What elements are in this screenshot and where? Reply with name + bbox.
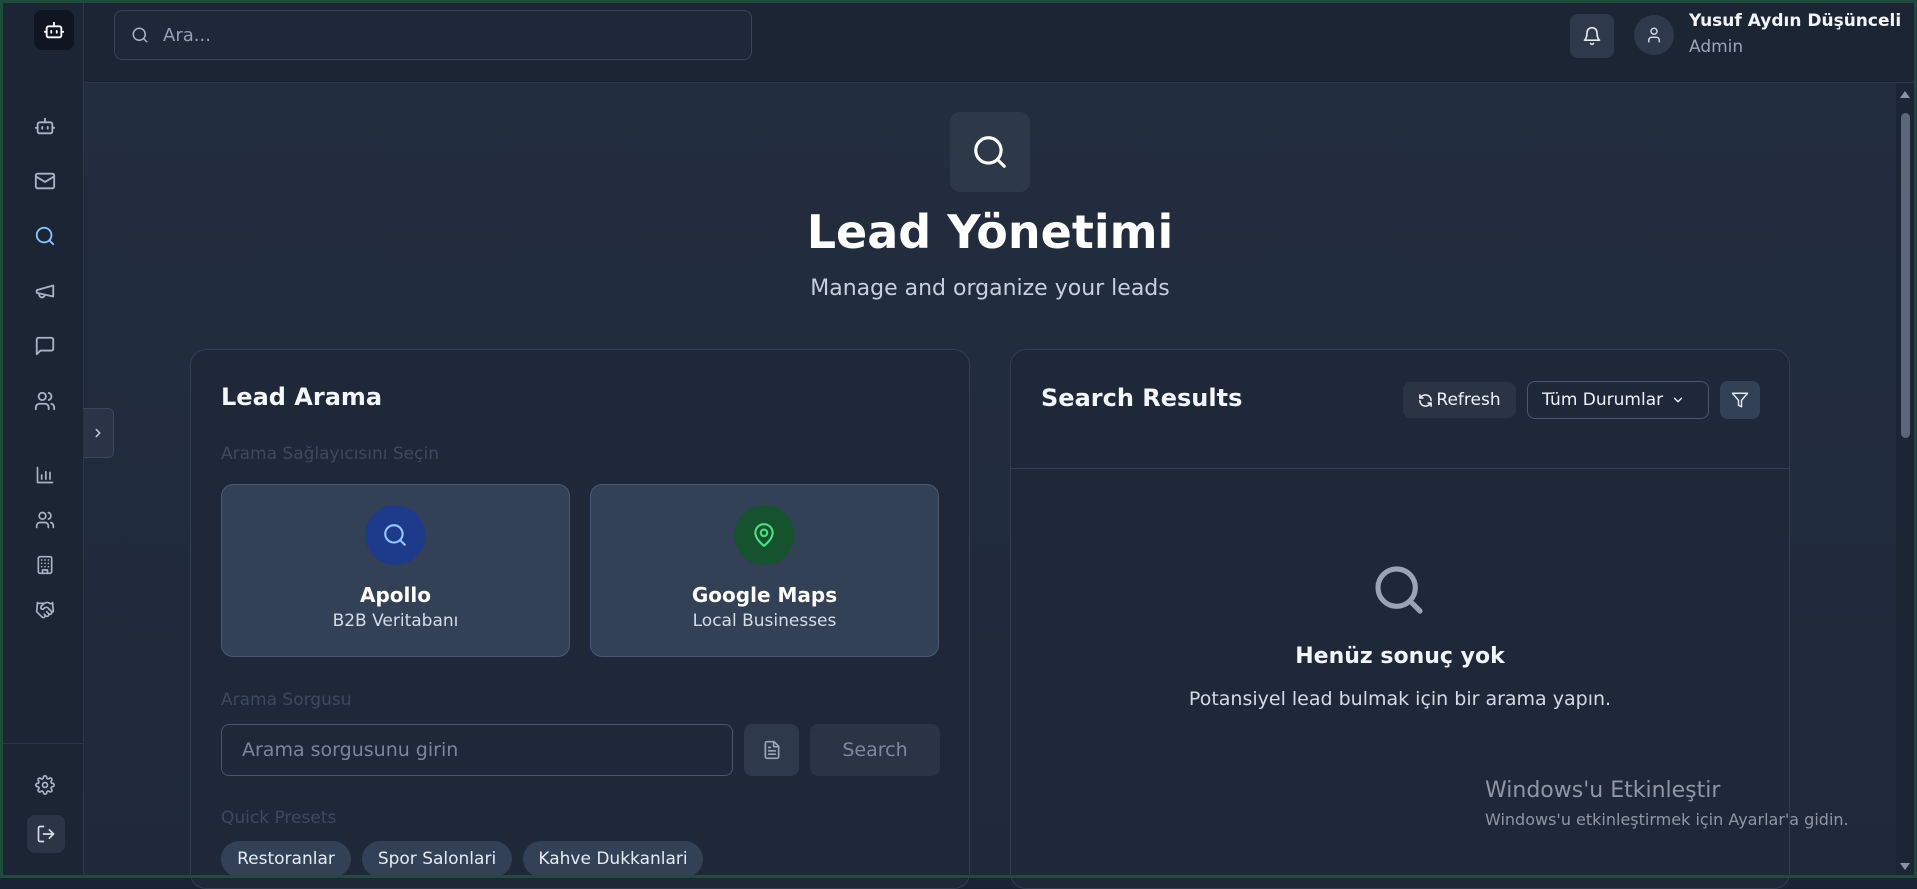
- empty-state-description: Potansiyel lead bulmak için bir arama ya…: [1188, 688, 1612, 710]
- mail-icon: [34, 172, 56, 190]
- top-bar: Yusuf Aydın Düşünceli Admin: [84, 0, 1917, 83]
- refresh-icon: [1419, 393, 1433, 407]
- results-title: Search Results: [1041, 384, 1243, 412]
- chevron-right-icon: [95, 428, 101, 438]
- lead-search-title: Lead Arama: [221, 383, 383, 411]
- scroll-down-arrow[interactable]: [1900, 863, 1910, 870]
- sidebar-item-messages[interactable]: [25, 326, 65, 366]
- search-icon: [365, 505, 425, 565]
- user-role: Admin: [1689, 37, 1744, 57]
- sidebar-item-mail[interactable]: [25, 161, 65, 201]
- user-icon: [1648, 27, 1660, 43]
- preset-chip[interactable]: Restoranlar: [221, 841, 351, 877]
- sidebar-expand-button[interactable]: [83, 408, 114, 458]
- document-icon: [764, 740, 779, 760]
- provider-apollo[interactable]: Apollo B2B Veritabanı: [221, 484, 570, 657]
- notifications-button[interactable]: [1570, 14, 1614, 58]
- user-name: Yusuf Aydın Düşünceli: [1689, 11, 1902, 31]
- activation-watermark-subtitle: Windows'u etkinleştirmek için Ayarlar'a …: [1485, 810, 1849, 829]
- map-pin-icon: [734, 505, 794, 565]
- provider-name: Google Maps: [691, 583, 838, 607]
- provider-google-maps[interactable]: Google Maps Local Businesses: [590, 484, 939, 657]
- bot-icon: [34, 117, 56, 135]
- activation-watermark-title: Windows'u Etkinleştir: [1485, 778, 1721, 803]
- sidebar-item-companies[interactable]: [25, 545, 65, 585]
- logout-button[interactable]: [27, 815, 65, 853]
- status-filter-value: Tüm Durumlar: [1542, 390, 1664, 410]
- bell-icon: [1583, 26, 1601, 46]
- sidebar-item-team[interactable]: [25, 500, 65, 540]
- sidebar: [3, 0, 84, 878]
- search-query-input[interactable]: [221, 724, 733, 776]
- filter-button[interactable]: [1720, 381, 1760, 419]
- provider-name: Apollo: [360, 583, 431, 607]
- empty-search-icon: [1371, 562, 1427, 622]
- empty-state-title: Henüz sonuç yok: [1295, 644, 1505, 669]
- sidebar-item-bot[interactable]: [25, 106, 65, 146]
- search-results-card: Search Results Refresh Tüm Durumlar Henü…: [1010, 349, 1790, 889]
- provider-label: Arama Sağlayıcısını Seçin: [221, 444, 439, 464]
- provider-description: B2B Veritabanı: [332, 611, 459, 631]
- scrollbar[interactable]: [1896, 83, 1914, 878]
- page-subtitle: Manage and organize your leads: [810, 276, 1170, 301]
- logout-icon: [37, 825, 55, 843]
- message-icon: [35, 336, 55, 356]
- sidebar-item-analytics[interactable]: [25, 455, 65, 495]
- search-button[interactable]: Search: [810, 724, 940, 776]
- global-search-input[interactable]: [161, 23, 725, 47]
- sidebar-item-contacts[interactable]: [25, 381, 65, 421]
- bot-logo-icon[interactable]: [34, 10, 74, 50]
- building-icon: [37, 555, 53, 575]
- document-button[interactable]: [744, 724, 799, 776]
- page-title: Lead Yönetimi: [806, 205, 1174, 259]
- refresh-label: Refresh: [1436, 390, 1501, 410]
- avatar[interactable]: [1634, 15, 1674, 55]
- users-icon: [35, 511, 55, 529]
- status-filter-select[interactable]: Tüm Durumlar: [1527, 381, 1709, 419]
- header-search-icon: [950, 112, 1030, 192]
- search-icon: [131, 26, 149, 44]
- sidebar-divider: [3, 743, 83, 744]
- global-search[interactable]: [114, 10, 752, 60]
- results-divider: [1011, 468, 1789, 469]
- lead-search-card: Lead Arama Arama Sağlayıcısını Seçin Apo…: [190, 349, 970, 889]
- handshake-icon: [35, 601, 55, 619]
- users-icon: [34, 391, 56, 411]
- bar-chart-icon: [36, 466, 54, 484]
- filter-icon: [1731, 392, 1749, 408]
- query-label: Arama Sorgusu: [221, 690, 352, 710]
- preset-chip[interactable]: Kahve Dukkanlari: [523, 841, 703, 877]
- sidebar-item-deals[interactable]: [25, 590, 65, 630]
- chevron-down-icon: [1673, 397, 1683, 403]
- gear-icon: [35, 775, 55, 795]
- refresh-button[interactable]: Refresh: [1403, 382, 1516, 418]
- preset-chip[interactable]: Spor Salonlari: [362, 841, 512, 877]
- provider-description: Local Businesses: [692, 611, 837, 631]
- scroll-up-arrow[interactable]: [1900, 91, 1910, 98]
- sidebar-item-settings[interactable]: [25, 765, 65, 805]
- presets-label: Quick Presets: [221, 808, 337, 828]
